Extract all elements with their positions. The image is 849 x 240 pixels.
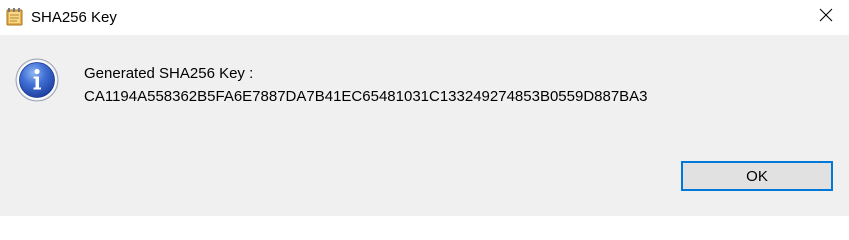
ok-button[interactable]: OK [681,161,833,191]
notepad-icon [5,7,25,27]
close-button[interactable] [803,0,849,35]
close-icon [819,8,833,27]
window-title: SHA256 Key [31,9,117,26]
sha256-key-value: CA1194A558362B5FA6E7887DA7B41EC65481031C… [84,88,648,105]
message-heading: Generated SHA256 Key : [84,65,254,82]
title-bar[interactable]: SHA256 Key [0,0,849,35]
info-icon [15,58,59,102]
dialog-body: Generated SHA256 Key : CA1194A558362B5FA… [0,35,849,216]
message-dialog: SHA256 Key Generated SHA256 Key: CA1194… [0,0,849,216]
message-text: Generated SHA256 Key : CA1194A558362B5FA… [84,62,648,108]
